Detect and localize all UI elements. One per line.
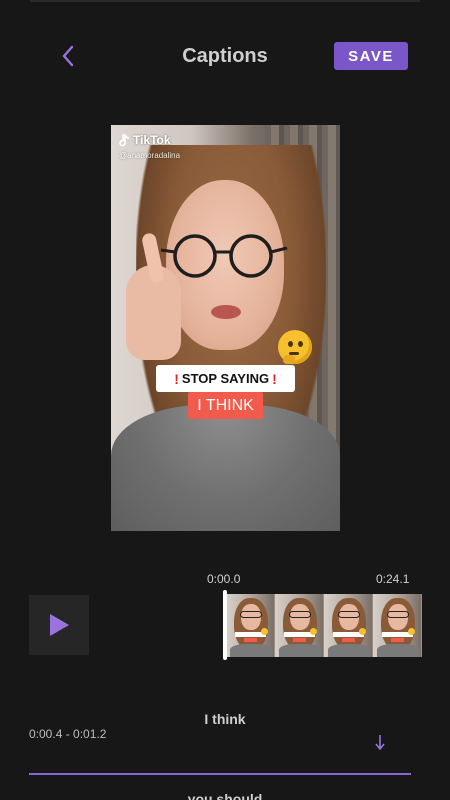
timeline-start-time: 0:00.0 — [207, 572, 241, 586]
timeline-playhead[interactable] — [223, 590, 227, 660]
exclamation-icon: ! — [174, 370, 179, 387]
timeline-frame — [324, 594, 373, 657]
expand-caption-button[interactable] — [371, 733, 389, 751]
video-preview[interactable]: TikTok @anamoradalina ! STOP SAYING ! I … — [111, 125, 340, 531]
caption-item-text[interactable]: I think — [0, 711, 450, 727]
mouth — [211, 305, 241, 319]
tiktok-handle: @anamoradalina — [119, 151, 181, 160]
thinking-face-icon — [278, 330, 312, 364]
tiktok-brand: TikTok — [133, 133, 171, 147]
caption-divider — [29, 773, 411, 775]
play-icon — [50, 614, 69, 636]
timeline-frame — [226, 594, 275, 657]
header: Captions SAVE — [0, 36, 450, 76]
timeline-frame — [373, 594, 422, 657]
exclamation-icon: ! — [272, 370, 277, 387]
shirt — [111, 405, 340, 531]
music-note-icon — [119, 133, 130, 146]
timeline-filmstrip[interactable] — [226, 594, 422, 657]
caption-overlay-line1-text: STOP SAYING — [181, 371, 270, 386]
timeline-end-time: 0:24.1 — [376, 572, 410, 586]
caption-item-time-range: 0:00.4 - 0:01.2 — [29, 727, 107, 741]
glasses — [160, 234, 288, 278]
timeline-frame — [275, 594, 324, 657]
arrow-down-icon — [375, 735, 385, 751]
caption-item-text[interactable]: you should — [0, 791, 450, 800]
top-divider — [30, 0, 420, 2]
play-button[interactable] — [29, 595, 89, 655]
save-button[interactable]: SAVE — [334, 42, 408, 70]
caption-overlay-line1[interactable]: ! STOP SAYING ! — [156, 365, 295, 392]
caption-overlay-line2[interactable]: I THINK — [188, 392, 263, 419]
tiktok-logo: TikTok — [119, 133, 171, 147]
